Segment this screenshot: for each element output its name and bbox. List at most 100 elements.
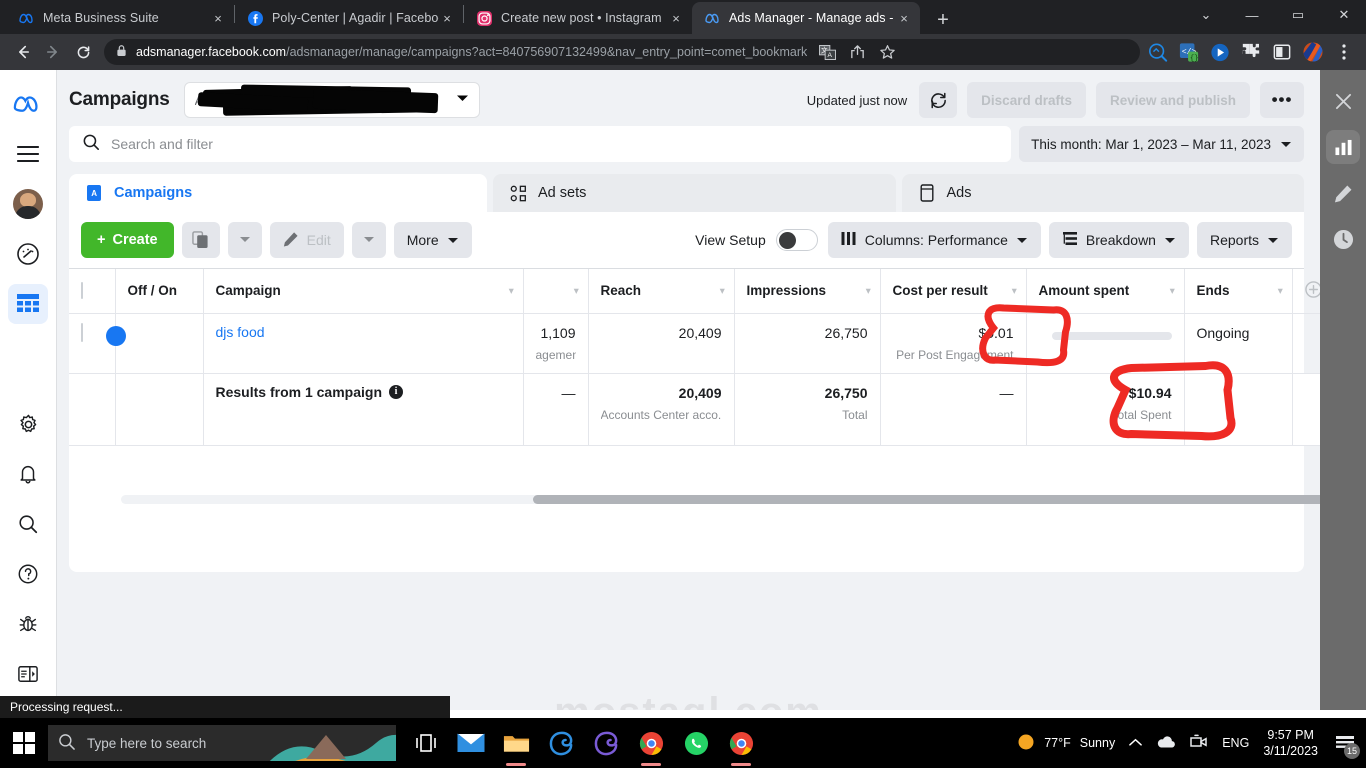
back-button[interactable]	[8, 37, 38, 67]
gear-icon[interactable]	[8, 404, 48, 444]
weather-widget[interactable]: 77°F Sunny	[1017, 733, 1115, 754]
close-icon[interactable]	[1326, 84, 1360, 118]
search-input[interactable]: Search and filter	[69, 126, 1012, 162]
meta-logo[interactable]	[8, 84, 48, 124]
hamburger-menu-icon[interactable]	[8, 134, 48, 174]
taskbar-clock[interactable]: 9:57 PM 3/11/2023	[1263, 727, 1318, 759]
mail-icon[interactable]	[451, 718, 491, 768]
tab-campaigns[interactable]: A Campaigns	[69, 174, 487, 212]
windows-start-icon[interactable]	[0, 718, 48, 768]
edge-icon[interactable]	[541, 718, 581, 768]
add-column-button[interactable]	[1292, 269, 1320, 314]
maximize-button[interactable]: ▭	[1276, 0, 1320, 30]
bar-chart-icon[interactable]	[1326, 130, 1360, 164]
help-circle-icon[interactable]	[8, 554, 48, 594]
notification-center-icon[interactable]: 15	[1332, 730, 1360, 759]
system-tray: 77°F Sunny ENG 9:57 PM 3/11/2023 15	[1017, 727, 1366, 759]
row-checkbox[interactable]	[81, 322, 83, 342]
browser-tab-3[interactable]: Ads Manager - Manage ads - Ca ×	[692, 2, 920, 34]
browser-tab-2[interactable]: Create new post • Instagram ×	[464, 2, 692, 34]
tab-ads[interactable]: Ads	[901, 174, 1304, 212]
create-button[interactable]: + Create	[81, 222, 174, 258]
sort-caret-icon[interactable]: ▾	[1278, 285, 1283, 296]
duplicate-dropdown[interactable]	[227, 222, 262, 258]
view-setup-toggle[interactable]	[775, 229, 818, 251]
code-extension-icon[interactable]: </>{}	[1179, 42, 1199, 62]
browser-menu-icon[interactable]	[1334, 42, 1354, 62]
whatsapp-icon[interactable]	[676, 718, 716, 768]
chevron-down-icon[interactable]	[456, 94, 469, 106]
tab-ad-sets[interactable]: Ad sets	[493, 174, 896, 212]
sort-caret-icon[interactable]: ▾	[1170, 285, 1175, 296]
ad-account-selector[interactable]: Ad account	[183, 82, 480, 118]
reports-button[interactable]: Reports	[1196, 222, 1292, 258]
table-hscrollbar-thumb[interactable]	[533, 495, 1320, 504]
tray-expand-chevron-icon[interactable]	[1129, 736, 1143, 750]
new-tab-button[interactable]: +	[930, 10, 956, 30]
columns-button[interactable]: Columns: Performance	[827, 222, 1041, 258]
edit-button[interactable]: Edit	[269, 222, 344, 258]
discard-drafts-button[interactable]: Discard drafts	[967, 82, 1086, 118]
impressions-value: 26,750	[824, 324, 868, 341]
pencil-icon[interactable]	[1326, 176, 1360, 210]
view-setup-control[interactable]: View Setup	[695, 229, 818, 251]
close-icon[interactable]: ×	[668, 11, 684, 26]
extensions-puzzle-icon[interactable]	[1241, 42, 1261, 62]
speedometer-icon[interactable]	[8, 234, 48, 274]
sidebar-item-ads-manager[interactable]	[8, 284, 48, 324]
bug-icon[interactable]	[8, 604, 48, 644]
date-range-label: This month: Mar 1, 2023 – Mar 11, 2023	[1031, 136, 1271, 152]
review-and-publish-button[interactable]: Review and publish	[1095, 82, 1250, 118]
close-icon[interactable]: ×	[896, 11, 912, 26]
select-all-checkbox[interactable]	[81, 282, 83, 300]
campaign-name-link[interactable]: djs food	[216, 324, 265, 340]
refresh-button[interactable]	[919, 82, 958, 118]
address-bar[interactable]: adsmanager.facebook.com/adsmanager/manag…	[104, 39, 1140, 65]
reload-button[interactable]	[68, 37, 98, 67]
browser-tab-1[interactable]: Poly-Center | Agadir | Facebook ×	[235, 2, 463, 34]
language-indicator[interactable]: ENG	[1222, 736, 1249, 750]
sort-caret-icon[interactable]: ▾	[720, 285, 725, 296]
window-close-button[interactable]: ✕	[1322, 0, 1366, 30]
panel-toggle-icon[interactable]	[8, 654, 48, 694]
edit-dropdown[interactable]	[351, 222, 386, 258]
onedrive-icon[interactable]	[1156, 735, 1176, 752]
file-explorer-icon[interactable]	[496, 718, 536, 768]
share-icon[interactable]	[847, 42, 867, 62]
forward-button[interactable]	[38, 37, 68, 67]
chrome-active-icon[interactable]	[721, 718, 761, 768]
profile-avatar-icon[interactable]	[1303, 42, 1323, 62]
edge-dev-icon[interactable]	[586, 718, 626, 768]
duplicate-button[interactable]	[181, 222, 220, 258]
info-icon[interactable]: i	[389, 384, 403, 399]
minimize-button[interactable]: —	[1230, 0, 1274, 30]
more-options-button[interactable]: •••	[1260, 82, 1304, 118]
taskbar-search-input[interactable]: Type here to search	[48, 725, 396, 761]
translate-icon[interactable]: 文A	[817, 42, 837, 62]
video-downloader-extension-icon[interactable]	[1210, 42, 1230, 62]
browser-tab-0[interactable]: Meta Business Suite ×	[6, 2, 234, 34]
close-icon[interactable]: ×	[439, 11, 455, 26]
close-icon[interactable]: ×	[210, 11, 226, 26]
search-illustration	[269, 735, 396, 761]
tab-search-chevron-icon[interactable]: ⌄	[1184, 0, 1228, 30]
sidepanel-icon[interactable]	[1272, 42, 1292, 62]
chrome-icon[interactable]	[631, 718, 671, 768]
sort-caret-icon[interactable]: ▾	[574, 285, 579, 296]
bell-icon[interactable]	[8, 454, 48, 494]
page-header: Campaigns Ad account Updated ju	[57, 70, 1320, 126]
sort-caret-icon[interactable]: ▾	[866, 285, 871, 296]
bookmark-star-icon[interactable]	[877, 42, 897, 62]
date-range-selector[interactable]: This month: Mar 1, 2023 – Mar 11, 2023	[1019, 126, 1304, 162]
seo-magnifier-extension-icon[interactable]	[1148, 42, 1168, 62]
search-icon[interactable]	[8, 504, 48, 544]
breakdown-button[interactable]: Breakdown	[1048, 222, 1189, 258]
task-view-icon[interactable]	[406, 718, 446, 768]
table-row[interactable]: djs food 1,109 agements 20,409	[69, 313, 1320, 374]
more-button[interactable]: More	[393, 222, 472, 258]
sort-caret-icon[interactable]: ▾	[509, 285, 514, 296]
camera-icon[interactable]	[1190, 734, 1208, 753]
avatar[interactable]	[8, 184, 48, 224]
clock-icon[interactable]	[1326, 222, 1360, 256]
sort-caret-icon[interactable]: ▾	[1012, 285, 1017, 296]
